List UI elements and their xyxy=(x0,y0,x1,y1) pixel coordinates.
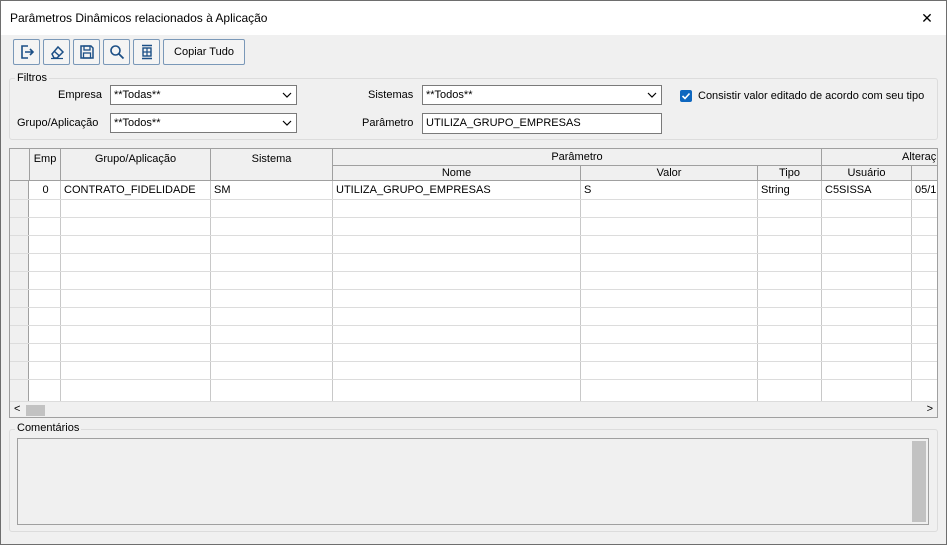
search-button[interactable] xyxy=(103,39,130,65)
close-button[interactable]: ✕ xyxy=(914,7,940,29)
eraser-icon xyxy=(50,45,64,60)
cell-data: 05/1 xyxy=(915,184,937,196)
consistir-checkbox[interactable] xyxy=(680,90,692,102)
window-title: Parâmetros Dinâmicos relacionados à Apli… xyxy=(10,11,268,25)
empresa-label: Empresa xyxy=(58,89,103,101)
cell-grupo: CONTRATO_FIDELIDADE xyxy=(64,184,196,196)
grupo-select[interactable]: **Todos** xyxy=(110,113,297,133)
scroll-left-icon[interactable]: < xyxy=(14,403,20,415)
cell-tipo: String xyxy=(761,184,790,196)
comments-scrollbar[interactable] xyxy=(912,441,926,522)
sistemas-label: Sistemas xyxy=(368,89,414,101)
header-alteracao: Alteraç xyxy=(822,149,937,166)
filters-group-label: Filtros xyxy=(15,72,49,84)
header-parametro: Parâmetro xyxy=(333,149,822,166)
empresa-value: **Todas** xyxy=(114,89,161,101)
header-sistema[interactable]: Sistema xyxy=(211,149,333,181)
header-emp[interactable]: Emp xyxy=(30,149,61,181)
columns-button[interactable] xyxy=(133,39,160,65)
consistir-checkbox-label: Consistir valor editado de acordo com se… xyxy=(698,90,925,102)
comments-group-label: Comentários xyxy=(15,422,82,434)
grupo-label: Grupo/Aplicação xyxy=(17,117,99,129)
exit-icon xyxy=(20,45,34,59)
exit-button[interactable] xyxy=(13,39,40,65)
parametro-input[interactable]: UTILIZA_GRUPO_EMPRESAS xyxy=(422,113,662,134)
parametro-value: UTILIZA_GRUPO_EMPRESAS xyxy=(426,117,581,129)
parameters-grid[interactable]: Emp Grupo/Aplicação Sistema Parâmetro No… xyxy=(9,148,938,418)
close-icon: ✕ xyxy=(921,9,933,26)
chevron-down-icon xyxy=(282,92,292,98)
empresa-select[interactable]: **Todas** xyxy=(110,85,297,105)
parametro-label: Parâmetro xyxy=(362,117,414,129)
cell-usuario: C5SISSA xyxy=(825,184,872,196)
horizontal-scrollbar[interactable]: < > xyxy=(10,401,937,417)
chevron-down-icon xyxy=(282,120,292,126)
checkmark-icon xyxy=(681,92,691,100)
clear-button[interactable] xyxy=(43,39,70,65)
scroll-right-icon[interactable]: > xyxy=(927,403,933,415)
grid-corner xyxy=(10,149,30,181)
scrollbar-thumb[interactable] xyxy=(26,405,45,416)
row-header-column xyxy=(10,181,29,401)
dialog-window: Parâmetros Dinâmicos relacionados à Apli… xyxy=(0,0,947,545)
comments-textarea[interactable] xyxy=(17,438,929,525)
header-valor[interactable]: Valor xyxy=(581,166,758,181)
header-usuario[interactable]: Usuário xyxy=(822,166,912,181)
search-icon xyxy=(109,45,124,60)
save-button[interactable] xyxy=(73,39,100,65)
cell-nome: UTILIZA_GRUPO_EMPRESAS xyxy=(336,184,491,196)
chevron-down-icon xyxy=(647,92,657,98)
cell-sistema: SM xyxy=(214,184,231,196)
columns-icon xyxy=(141,44,152,60)
sistemas-value: **Todos** xyxy=(426,89,473,101)
header-data[interactable] xyxy=(912,166,937,181)
cell-valor: S xyxy=(584,184,592,196)
copy-all-button[interactable]: Copiar Tudo xyxy=(163,39,245,65)
save-icon xyxy=(79,45,94,59)
title-bar: Parâmetros Dinâmicos relacionados à Apli… xyxy=(1,1,946,35)
sistemas-select[interactable]: **Todos** xyxy=(422,85,662,105)
header-tipo[interactable]: Tipo xyxy=(758,166,822,181)
cell-emp: 0 xyxy=(42,184,49,196)
grupo-value: **Todos** xyxy=(114,117,161,129)
header-nome[interactable]: Nome xyxy=(333,166,581,181)
header-grupo[interactable]: Grupo/Aplicação xyxy=(61,149,211,181)
